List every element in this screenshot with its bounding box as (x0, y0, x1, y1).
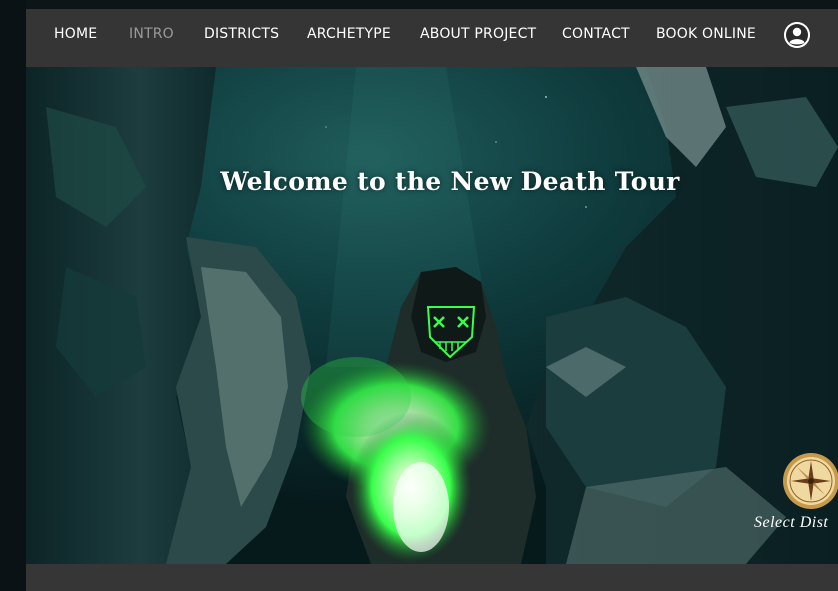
nav-intro[interactable]: INTRO (129, 26, 174, 42)
hero-title: Welcome to the New Death Tour (220, 167, 680, 196)
hero-background-image (26, 67, 838, 564)
user-avatar-icon[interactable] (784, 22, 810, 48)
nav-about-project[interactable]: ABOUT PROJECT (420, 26, 536, 42)
nav-districts[interactable]: DISTRICTS (204, 26, 279, 42)
nav-home[interactable]: HOME (54, 26, 97, 42)
nav-archetype[interactable]: ARCHETYPE (307, 26, 391, 42)
site-frame: HOME INTRO DISTRICTS ARCHETYPE ABOUT PRO… (26, 9, 838, 591)
hero-banner: Welcome to the New Death Tour Select Dis… (26, 67, 838, 564)
top-navigation: HOME INTRO DISTRICTS ARCHETYPE ABOUT PRO… (26, 9, 838, 67)
page-margin (0, 0, 26, 591)
select-district-label[interactable]: Select Dist (754, 514, 828, 532)
footer-strip (26, 564, 838, 591)
nav-book-online[interactable]: BOOK ONLINE (656, 26, 756, 42)
compass-icon[interactable] (782, 452, 838, 510)
nav-contact[interactable]: CONTACT (562, 26, 630, 42)
